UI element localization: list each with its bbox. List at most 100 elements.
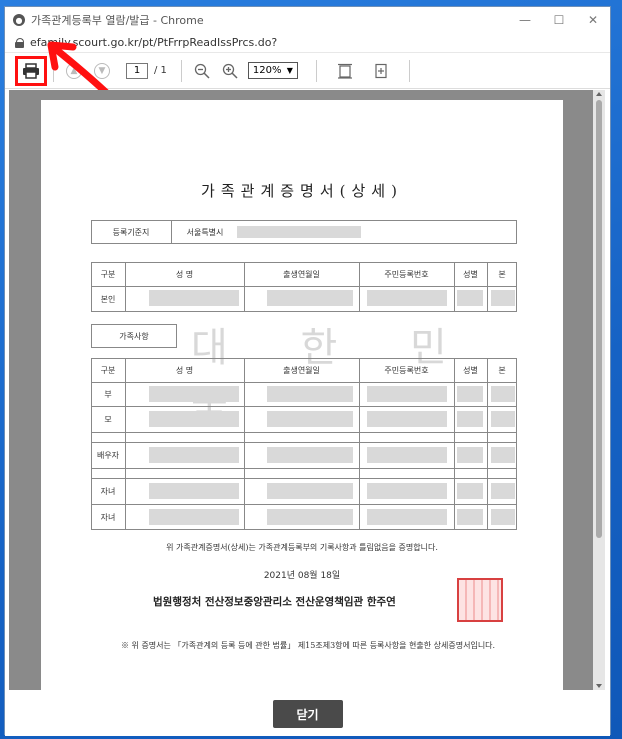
redacted-cell — [267, 447, 353, 463]
certification-statement: 위 가족관계증명서(상세)는 가족관계등록부의 기록사항과 틀림없음을 증명합니… — [166, 543, 438, 552]
table-header: 주민등록번호 — [384, 269, 429, 279]
redacted-cell — [267, 509, 353, 525]
redacted-cell — [367, 483, 447, 499]
redacted-cell — [491, 447, 515, 463]
redacted-cell — [457, 509, 483, 525]
pdf-toolbar: ▲ ▼ 1 / 1 120% ▼ — [5, 53, 610, 89]
zoom-in-button[interactable] — [216, 57, 244, 85]
window-title: 가족관계등록부 열람/발급 - Chrome — [31, 14, 204, 27]
pdf-viewer[interactable]: 대 한 민 국 가족관계증명서(상세) 등록기준지 서울특별시 구분 성 명 출… — [9, 90, 605, 690]
table-header: 성별 — [463, 365, 478, 375]
zoom-value: 120% — [252, 65, 282, 76]
zoom-select[interactable]: 120% ▼ — [247, 62, 298, 79]
previous-page-icon[interactable]: ▲ — [66, 62, 82, 79]
redacted-cell — [457, 290, 483, 306]
redacted-cell — [491, 509, 515, 525]
toolbar-separator — [315, 59, 317, 82]
close-button[interactable]: 닫기 — [272, 700, 343, 728]
table-header: 성 명 — [175, 269, 194, 279]
next-page-icon[interactable]: ▼ — [94, 62, 110, 79]
chevron-down-icon: ▼ — [286, 66, 293, 75]
vertical-scrollbar[interactable] — [593, 90, 605, 690]
table-header: 출생연월일 — [283, 269, 320, 279]
row-label: 자녀 — [100, 486, 116, 496]
fit-width-icon — [375, 63, 387, 78]
row-label: 자녀 — [100, 512, 116, 522]
divider — [244, 358, 245, 530]
page-number-input[interactable]: 1 — [126, 62, 148, 79]
redacted-cell — [149, 290, 239, 306]
divider — [454, 358, 455, 530]
toolbar-separator — [408, 59, 410, 82]
print-button[interactable] — [15, 55, 47, 86]
row-label: 배우자 — [96, 450, 120, 460]
maximize-button[interactable]: ☐ — [542, 13, 576, 27]
redacted-cell — [367, 290, 447, 306]
redacted-cell — [367, 386, 447, 402]
scrollbar-thumb[interactable] — [596, 100, 602, 538]
row-label: 본인 — [100, 294, 116, 304]
registration-label: 등록기준지 — [112, 227, 150, 237]
registration-value: 서울특별시 — [186, 227, 224, 237]
toolbar-separator — [53, 59, 54, 82]
table-header: 본 — [498, 269, 506, 279]
table-header: 구분 — [100, 269, 116, 279]
redacted-cell — [491, 411, 515, 427]
browser-popup-window: ● 가족관계등록부 열람/발급 - Chrome — ☐ ✕ efamily.s… — [4, 6, 611, 736]
zoom-in-icon — [222, 63, 238, 79]
toolbar-separator — [180, 59, 182, 82]
table-header: 출생연월일 — [283, 365, 320, 375]
redacted-cell — [149, 411, 239, 427]
scroll-down-icon[interactable] — [596, 684, 602, 688]
title-bar: ● 가족관계등록부 열람/발급 - Chrome — ☐ ✕ — [5, 7, 610, 33]
redacted-cell — [367, 447, 447, 463]
footnote: ※ 위 증명서는 「가족관계의 등록 등에 관한 법률」 제15조제3항에 따른… — [121, 641, 496, 650]
redacted-cell — [457, 411, 483, 427]
scroll-up-icon[interactable] — [596, 92, 602, 96]
row-label: 부 — [104, 389, 112, 399]
redacted-cell — [149, 509, 239, 525]
redacted-cell — [457, 447, 483, 463]
close-window-button[interactable]: ✕ — [576, 13, 610, 27]
redacted-cell — [267, 483, 353, 499]
divider — [359, 358, 360, 530]
redacted-cell — [267, 411, 353, 427]
fit-page-button[interactable] — [331, 57, 359, 85]
redacted-cell — [149, 447, 239, 463]
url-text: efamily.scourt.go.kr/pt/PtFrrpReadIssPrc… — [30, 36, 278, 49]
redacted-cell — [267, 290, 353, 306]
table-header: 구분 — [100, 365, 116, 375]
minimize-button[interactable]: — — [508, 13, 542, 27]
zoom-out-button[interactable] — [188, 57, 216, 85]
family-section-text: 가족사항 — [119, 331, 149, 341]
zoom-out-icon — [194, 63, 210, 79]
table-header: 본 — [498, 365, 506, 375]
table-header: 주민등록번호 — [384, 365, 429, 375]
fit-page-icon — [337, 63, 352, 79]
site-favicon-icon: ● — [13, 14, 25, 26]
row-label: 모 — [104, 414, 112, 424]
certificate-page: 대 한 민 국 가족관계증명서(상세) 등록기준지 서울특별시 구분 성 명 출… — [41, 100, 563, 690]
page-total-label: / 1 — [154, 65, 167, 76]
redacted-cell — [149, 386, 239, 402]
table-header: 성 명 — [175, 365, 194, 375]
fit-width-button[interactable] — [367, 57, 395, 85]
table-header: 성별 — [463, 269, 478, 279]
issuer-name: 법원행정처 전산정보중앙관리소 전산운영책임관 한주연 — [153, 596, 396, 608]
divider — [487, 358, 488, 530]
redacted-cell — [367, 509, 447, 525]
redacted-cell — [267, 386, 353, 402]
redacted-cell — [491, 290, 515, 306]
divider — [171, 220, 172, 244]
redacted-cell — [457, 483, 483, 499]
printer-icon — [23, 62, 39, 79]
redacted-cell — [491, 386, 515, 402]
redacted-cell — [149, 483, 239, 499]
address-bar[interactable]: efamily.scourt.go.kr/pt/PtFrrpReadIssPrc… — [5, 33, 610, 53]
official-seal-icon — [457, 578, 503, 622]
redacted-cell — [457, 386, 483, 402]
divider — [125, 358, 126, 530]
document-title: 가족관계증명서(상세) — [201, 182, 403, 200]
popup-footer: 닫기 — [5, 692, 610, 736]
redacted-cell — [367, 411, 447, 427]
